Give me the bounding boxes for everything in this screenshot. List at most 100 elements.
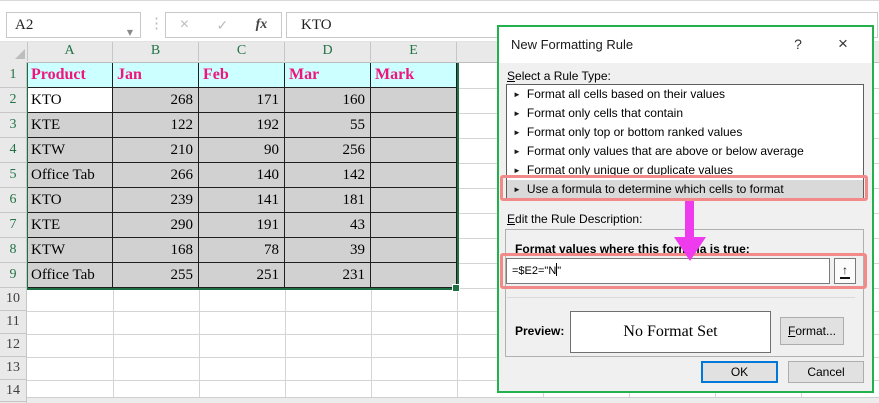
cell-C2[interactable]: 171 [199, 88, 285, 113]
cell-C4[interactable]: 90 [199, 138, 285, 163]
cell-E1[interactable]: Mark [371, 62, 457, 88]
chevron-down-icon[interactable]: ▼ [127, 21, 133, 45]
cell-C3[interactable]: 192 [199, 113, 285, 138]
row-header-10[interactable]: 10 [0, 288, 26, 311]
cancel-button[interactable]: Cancel [788, 361, 864, 383]
rule-type-option-5[interactable]: ►Format only unique or duplicate values [507, 161, 863, 180]
access-key: E [507, 212, 515, 226]
rule-type-option-1[interactable]: ►Format all cells based on their values [507, 85, 863, 104]
rule-type-option-3[interactable]: ►Format only top or bottom ranked values [507, 123, 863, 142]
cell-A5[interactable]: Office Tab [27, 163, 113, 188]
row-header-9[interactable]: 9 [0, 263, 26, 288]
row-header-4[interactable]: 4 [0, 138, 26, 163]
cell-B5[interactable]: 266 [113, 163, 199, 188]
cell-B4[interactable]: 210 [113, 138, 199, 163]
cell-A6[interactable]: KTO [27, 188, 113, 213]
name-box-value: A2 [15, 17, 33, 33]
cell-A9[interactable]: Office Tab [27, 263, 113, 288]
bottom-scroll-strip[interactable] [0, 397, 879, 403]
cell-A4[interactable]: KTW [27, 138, 113, 163]
cell-E9[interactable] [371, 263, 457, 288]
cell-D3[interactable]: 55 [285, 113, 371, 138]
cell-B7[interactable]: 290 [113, 213, 199, 238]
cell-B3[interactable]: 122 [113, 113, 199, 138]
cell-E7[interactable] [371, 213, 457, 238]
cell-C7[interactable]: 191 [199, 213, 285, 238]
cell-C6[interactable]: 141 [199, 188, 285, 213]
dialog-title: New Formatting Rule [511, 37, 633, 52]
format-button[interactable]: Format... [780, 317, 844, 345]
ok-button[interactable]: OK [701, 361, 778, 383]
select-all-corner[interactable] [0, 40, 28, 61]
row-header-11[interactable]: 11 [0, 311, 26, 334]
close-icon[interactable]: × [834, 34, 852, 54]
cell-E4[interactable] [371, 138, 457, 163]
row-header-12[interactable]: 12 [0, 334, 26, 357]
cell-A2[interactable]: KTO [27, 88, 113, 113]
cell-A8[interactable]: KTW [27, 238, 113, 263]
rule-type-option-6-selected[interactable]: ►Use a formula to determine which cells … [507, 180, 863, 199]
row-header-8[interactable]: 8 [0, 238, 26, 263]
column-header-c[interactable]: C [199, 40, 285, 61]
group-divider [507, 297, 855, 298]
cell-B8[interactable]: 168 [113, 238, 199, 263]
cell-B6[interactable]: 239 [113, 188, 199, 213]
cell-B9[interactable]: 255 [113, 263, 199, 288]
fill-handle[interactable] [452, 284, 460, 292]
cell-E5[interactable] [371, 163, 457, 188]
arrow-bullet-icon: ► [513, 109, 521, 118]
cell-C5[interactable]: 140 [199, 163, 285, 188]
cell-E3[interactable] [371, 113, 457, 138]
collapse-dialog-button[interactable]: ↑ [834, 258, 856, 284]
annotation-arrow-icon [674, 237, 706, 261]
cancel-entry-icon[interactable]: × [180, 16, 189, 34]
cell-D6[interactable]: 181 [285, 188, 371, 213]
label-text: elect a Rule Type: [515, 69, 611, 83]
cell-C9[interactable]: 251 [199, 263, 285, 288]
row-header-13[interactable]: 13 [0, 357, 26, 380]
cell-D1[interactable]: Mar [285, 62, 371, 88]
rule-type-text: Format only values that are above or bel… [527, 144, 804, 158]
row-headers: 1 2 3 4 5 6 7 8 9 10 11 12 13 14 [0, 62, 27, 403]
cell-D5[interactable]: 142 [285, 163, 371, 188]
cell-C1[interactable]: Feb [199, 62, 285, 88]
rule-type-list: ►Format all cells based on their values … [506, 84, 864, 199]
row-header-14[interactable]: 14 [0, 380, 26, 402]
cell-E6[interactable] [371, 188, 457, 213]
formula-input[interactable]: =$E2="N" [506, 258, 830, 284]
cell-B2[interactable]: 268 [113, 88, 199, 113]
cell-A7[interactable]: KTE [27, 213, 113, 238]
cell-D2[interactable]: 160 [285, 88, 371, 113]
data-table: Product Jan Feb Mar Mark KTO 268 171 160… [27, 62, 457, 288]
cell-D4[interactable]: 256 [285, 138, 371, 163]
preview-box: No Format Set [570, 311, 771, 353]
row-header-7[interactable]: 7 [0, 213, 26, 238]
cell-E2[interactable] [371, 88, 457, 113]
row-header-1[interactable]: 1 [0, 62, 26, 88]
cell-D7[interactable]: 43 [285, 213, 371, 238]
access-key: S [507, 69, 515, 83]
rule-type-option-2[interactable]: ► Format only cells that contain [507, 104, 863, 123]
column-header-d[interactable]: D [285, 40, 371, 61]
row-header-5[interactable]: 5 [0, 163, 26, 188]
cell-D9[interactable]: 231 [285, 263, 371, 288]
rule-type-option-4[interactable]: ►Format only values that are above or be… [507, 142, 863, 161]
cell-B1[interactable]: Jan [113, 62, 199, 88]
enter-entry-icon[interactable]: ✓ [216, 17, 228, 34]
help-icon[interactable]: ? [790, 36, 806, 52]
row-header-2[interactable]: 2 [0, 88, 26, 113]
cell-A3[interactable]: KTE [27, 113, 113, 138]
rule-type-text: Format only cells that contain [527, 106, 683, 120]
row-header-3[interactable]: 3 [0, 113, 26, 138]
column-header-e[interactable]: E [371, 40, 457, 61]
cell-D8[interactable]: 39 [285, 238, 371, 263]
column-header-a[interactable]: A [27, 40, 113, 61]
cell-E8[interactable] [371, 238, 457, 263]
new-formatting-rule-dialog: New Formatting Rule ? × Select a Rule Ty… [497, 25, 874, 393]
insert-function-icon[interactable]: fx [256, 17, 268, 33]
cell-A1[interactable]: Product [27, 62, 113, 88]
dialog-title-bar: New Formatting Rule ? × [499, 27, 872, 63]
name-box[interactable]: A2 ▼ [6, 12, 141, 38]
row-header-6[interactable]: 6 [0, 188, 26, 213]
cell-C8[interactable]: 78 [199, 238, 285, 263]
